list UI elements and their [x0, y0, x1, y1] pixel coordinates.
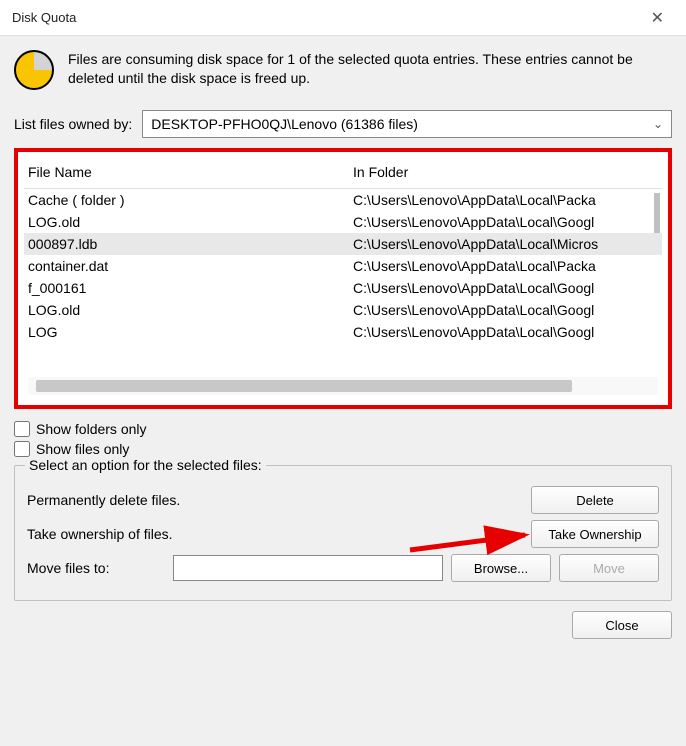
take-ownership-label: Take ownership of files.: [27, 526, 173, 542]
move-button: Move: [559, 554, 659, 582]
delete-label: Permanently delete files.: [27, 492, 180, 508]
cell-folder: C:\Users\Lenovo\AppData\Local\Micros: [353, 236, 658, 252]
footer: Close: [14, 601, 672, 639]
pie-chart-icon: [14, 50, 54, 90]
titlebar: Disk Quota ✕: [0, 0, 686, 36]
cell-filename: f_000161: [28, 280, 353, 296]
cell-filename: LOG.old: [28, 302, 353, 318]
vertical-scrollbar[interactable]: [654, 193, 660, 233]
take-ownership-button[interactable]: Take Ownership: [531, 520, 659, 548]
options-group: Select an option for the selected files:…: [14, 465, 672, 601]
chevron-down-icon: ⌄: [653, 117, 663, 131]
owner-filter-label: List files owned by:: [14, 116, 132, 132]
take-ownership-row: Take ownership of files. Take Ownership: [27, 520, 659, 548]
cell-filename: container.dat: [28, 258, 353, 274]
table-row[interactable]: LOG.oldC:\Users\Lenovo\AppData\Local\Goo…: [24, 211, 662, 233]
move-controls: Browse... Move: [173, 554, 659, 582]
cell-folder: C:\Users\Lenovo\AppData\Local\Packa: [353, 192, 658, 208]
show-files-only-row[interactable]: Show files only: [14, 441, 672, 457]
close-button[interactable]: Close: [572, 611, 672, 639]
cell-folder: C:\Users\Lenovo\AppData\Local\Packa: [353, 258, 658, 274]
file-list: File Name In Folder Cache ( folder )C:\U…: [14, 148, 672, 409]
table-row[interactable]: Cache ( folder )C:\Users\Lenovo\AppData\…: [24, 189, 662, 211]
list-rows[interactable]: Cache ( folder )C:\Users\Lenovo\AppData\…: [24, 189, 662, 367]
horizontal-scrollbar[interactable]: [28, 377, 658, 395]
close-icon[interactable]: ✕: [641, 4, 674, 32]
cell-folder: C:\Users\Lenovo\AppData\Local\Googl: [353, 324, 658, 340]
show-files-only-checkbox[interactable]: [14, 441, 30, 457]
delete-row: Permanently delete files. Delete: [27, 486, 659, 514]
options-legend: Select an option for the selected files:: [25, 457, 266, 473]
table-row[interactable]: LOG.oldC:\Users\Lenovo\AppData\Local\Goo…: [24, 299, 662, 321]
cell-filename: LOG: [28, 324, 353, 340]
list-headers: File Name In Folder: [24, 158, 662, 189]
owner-select-value: DESKTOP-PFHO0QJ\Lenovo (61386 files): [151, 116, 418, 132]
delete-button[interactable]: Delete: [531, 486, 659, 514]
owner-select[interactable]: DESKTOP-PFHO0QJ\Lenovo (61386 files) ⌄: [142, 110, 672, 138]
browse-button[interactable]: Browse...: [451, 554, 551, 582]
owner-filter-row: List files owned by: DESKTOP-PFHO0QJ\Len…: [14, 110, 672, 138]
show-files-only-label: Show files only: [36, 441, 129, 457]
table-row[interactable]: container.datC:\Users\Lenovo\AppData\Loc…: [24, 255, 662, 277]
window-title: Disk Quota: [12, 10, 76, 25]
table-row[interactable]: 000897.ldbC:\Users\Lenovo\AppData\Local\…: [24, 233, 662, 255]
column-folder[interactable]: In Folder: [353, 164, 658, 180]
show-folders-only-row[interactable]: Show folders only: [14, 421, 672, 437]
table-row[interactable]: f_000161C:\Users\Lenovo\AppData\Local\Go…: [24, 277, 662, 299]
cell-filename: Cache ( folder ): [28, 192, 353, 208]
cell-filename: 000897.ldb: [28, 236, 353, 252]
move-label: Move files to:: [27, 560, 109, 576]
info-text: Files are consuming disk space for 1 of …: [68, 50, 672, 88]
show-folders-only-label: Show folders only: [36, 421, 147, 437]
column-filename[interactable]: File Name: [28, 164, 353, 180]
table-row[interactable]: LOGC:\Users\Lenovo\AppData\Local\Googl: [24, 321, 662, 343]
cell-filename: LOG.old: [28, 214, 353, 230]
horizontal-scrollbar-thumb[interactable]: [36, 380, 572, 392]
cell-folder: C:\Users\Lenovo\AppData\Local\Googl: [353, 280, 658, 296]
cell-folder: C:\Users\Lenovo\AppData\Local\Googl: [353, 302, 658, 318]
annotation-arrow-icon: [405, 525, 545, 555]
move-row: Move files to: Browse... Move: [27, 554, 659, 582]
cell-folder: C:\Users\Lenovo\AppData\Local\Googl: [353, 214, 658, 230]
move-path-input[interactable]: [173, 555, 443, 581]
show-folders-only-checkbox[interactable]: [14, 421, 30, 437]
dialog-body: Files are consuming disk space for 1 of …: [0, 36, 686, 649]
info-row: Files are consuming disk space for 1 of …: [14, 50, 672, 90]
